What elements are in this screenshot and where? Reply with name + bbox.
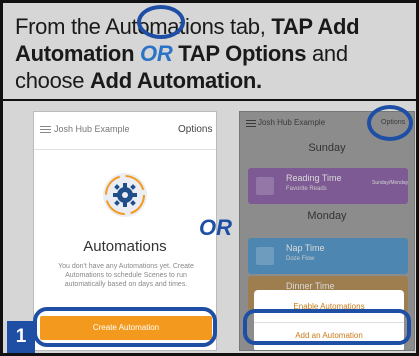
automations-heading: Automations [83,238,167,255]
left-header: Josh Hub Example Options [34,112,216,150]
card-icon [256,247,274,265]
or-separator: OR [199,215,232,240]
instruction-or: OR [140,41,173,66]
create-button-highlight-ring [33,307,217,347]
day-header-monday: Monday [307,210,347,222]
automation-card[interactable]: Reading Time Favorite Reads Sunday/Monda… [248,168,408,204]
divider [3,99,416,101]
instruction-text: From the Automations tab, TAP Add Automa… [15,13,415,94]
automation-gear-icon [100,170,150,220]
card-days: Sunday/Monday [372,180,409,186]
card-title: Reading Time [286,173,342,183]
card-subtitle: Doze Flow [286,256,315,262]
menu-icon[interactable] [40,126,51,134]
card-title: Nap Time [286,243,325,253]
step-number-badge: 1 [7,321,35,353]
empty-state-description: You don't have any Automations yet. Crea… [58,263,194,288]
instruction-tap-options: TAP Options [178,41,307,66]
card-icon [256,177,274,195]
day-header-sunday: Sunday [308,142,346,154]
menu-icon[interactable] [246,120,256,127]
tutorial-frame: From the Automations tab, TAP Add Automa… [0,0,419,356]
right-app-title: Josh Hub Example [258,118,326,127]
left-app-title: Josh Hub Example [54,124,130,134]
automation-card[interactable]: Nap Time Doze Flow [248,238,408,274]
right-options-highlight-ring [367,105,413,141]
options-highlight-ring [137,5,185,39]
instruction-add-automation: Add Automation. [89,68,262,93]
add-automation-highlight-ring [243,309,411,345]
left-options-button[interactable]: Options [178,124,212,135]
card-subtitle: Favorite Reads [286,186,327,192]
